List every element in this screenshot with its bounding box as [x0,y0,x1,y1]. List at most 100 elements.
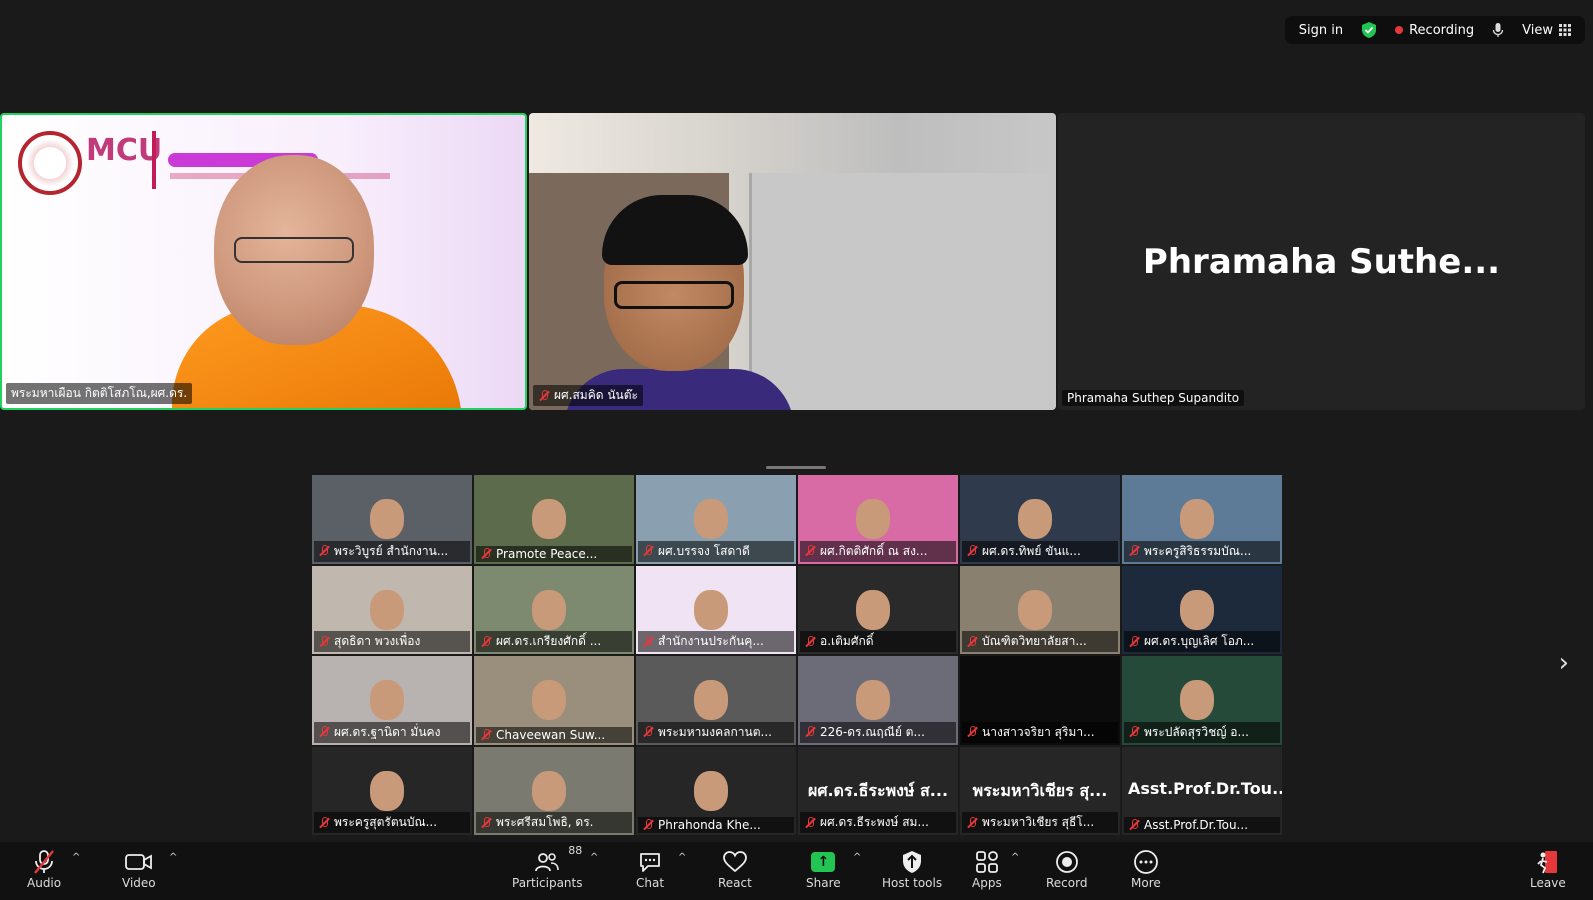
participant-name-label: 226-ดร.ณฤณีย์ ต... [800,721,956,743]
participant-tile[interactable]: นางสาวจริยา สุริมา... [960,656,1120,745]
participant-name-label: พระปลัดสุรวิชญ์ อ... [1124,721,1280,743]
participant-name-label: นางสาวจริยา สุริมา... [962,721,1118,743]
participant-face [694,499,728,539]
participant-face [1180,499,1214,539]
leave-door-icon [1537,848,1559,876]
participant-tile[interactable]: ผศ.กิตติศักดิ์ ณ สง... [798,475,958,564]
resize-handle[interactable] [766,466,826,469]
mic-muted-icon [1128,545,1140,557]
participant-name-label: ผศ.บรรจง โสดาดี [638,540,794,562]
participant-tile[interactable]: พระศรีสมโพธิ, ดร. [474,746,634,835]
participant-face [370,499,404,539]
participant-name-label: พระมหามงคลกานต... [638,721,794,743]
more-button[interactable]: More [1131,848,1161,890]
participant-face [370,589,404,630]
participant-name-label: Chaveewan Suw... [476,726,632,743]
participant-tile[interactable]: Phrahonda Khe... [636,746,796,835]
video-button[interactable]: Video [122,848,156,890]
participant-name-label: พระครูสิริธรรมบัณ... [1124,540,1280,562]
share-options-caret-icon[interactable]: ^ [853,852,861,863]
react-button[interactable]: React [718,848,752,890]
participant-tile[interactable]: พระมหาวิเชียร สุ... พระมหาวิเชียร สุธีโ..… [960,746,1120,835]
sign-in-button[interactable]: Sign in [1299,23,1343,38]
apps-grid-icon [975,848,999,876]
participant-tile[interactable]: Chaveewan Suw... [474,656,634,745]
grid-view-icon [1559,24,1571,36]
participant-name-label: พระครูสุตรัตนบัณ... [314,812,470,833]
participant-name-label: ผศ.ดร.ฐานิดา มั่นคง [314,721,470,743]
speaker-tile-video-off[interactable]: Phramaha Suthe... Phramaha Suthep Supand… [1058,113,1585,410]
record-icon [1055,848,1079,876]
participant-tile[interactable]: สำนักงานประกันคุ... [636,565,796,654]
participant-face [1018,589,1052,630]
leave-button[interactable]: Leave [1530,848,1566,890]
participant-face [1180,680,1214,720]
meeting-status-bar: Sign in Recording View [1284,16,1585,44]
participant-face [370,680,404,720]
speaker-tile[interactable]: ผศ.สมคิด นันต๊ะ [529,113,1056,410]
participant-tile[interactable]: Asst.Prof.Dr.Tou... Asst.Prof.Dr.Tou... [1122,746,1282,835]
participant-face [370,770,404,811]
participant-tile[interactable]: พระวิบูรย์ สำนักงาน... [312,475,472,564]
audio-button[interactable]: Audio [27,848,61,890]
mic-muted-icon [318,545,330,557]
mic-muted-icon [642,726,654,738]
mic-muted-icon [318,726,330,738]
participant-face [694,589,728,630]
participant-name-label: Pramote Peace... [476,545,632,562]
audio-options-caret-icon[interactable]: ^ [72,852,80,863]
participants-icon: 88 [534,844,582,876]
speaker-tile-active[interactable]: MCU พระมหาเผือน กิตติโสภโณ,ผศ.ดร. [0,113,527,410]
meeting-toolbar: Audio ^ Video ^ 88 Participants ^ Chat ^… [0,842,1593,900]
participant-face [1018,499,1052,539]
security-shield-icon[interactable] [1361,21,1377,39]
share-button[interactable]: ↑ Share [806,848,841,890]
video-options-caret-icon[interactable]: ^ [169,852,177,863]
speaker-name-label: Phramaha Suthep Supandito [1062,390,1245,406]
participant-tile[interactable]: พระครูสิริธรรมบัณ... [1122,475,1282,564]
record-button[interactable]: Record [1046,848,1087,890]
chat-button[interactable]: Chat [636,848,664,890]
participant-tile[interactable]: พระมหามงคลกานต... [636,656,796,745]
mic-muted-icon [480,816,492,829]
participant-face [532,680,566,720]
participants-button[interactable]: 88 Participants [512,844,583,890]
participant-tile[interactable]: 226-ดร.ณฤณีย์ ต... [798,656,958,745]
mic-muted-icon [33,848,55,876]
participant-face [532,499,566,539]
speaker-name-label: พระมหาเผือน กิตติโสภโณ,ผศ.ดร. [6,383,193,404]
participant-tile[interactable]: พระครูสุตรัตนบัณ... [312,746,472,835]
participant-tile[interactable]: ผศ.ดร.ทิพย์ ขันแ... [960,475,1120,564]
mic-muted-icon [966,726,978,738]
host-tools-button[interactable]: Host tools [882,848,942,890]
participant-tile[interactable]: พระปลัดสุรวิชญ์ อ... [1122,656,1282,745]
participant-tile[interactable]: ผศ.ดร.ฐานิดา มั่นคง [312,656,472,745]
chat-options-caret-icon[interactable]: ^ [678,852,686,863]
apps-options-caret-icon[interactable]: ^ [1011,852,1019,863]
next-page-chevron-icon[interactable]: › [1559,648,1569,678]
participants-options-caret-icon[interactable]: ^ [590,852,598,863]
heart-icon [722,848,748,876]
participant-face [856,499,890,539]
participant-tile[interactable]: Pramote Peace... [474,475,634,564]
participant-tile[interactable]: ผศ.ดร.ธีระพงษ์ ส... ผศ.ดร.ธีระพงษ์ สม... [798,746,958,835]
participant-face [856,680,890,720]
participant-tile[interactable]: ผศ.ดร.เกรียงศักดิ์ ... [474,565,634,654]
mic-muted-icon [538,389,550,402]
participant-face [856,589,890,630]
participant-name-label: ผศ.กิตติศักดิ์ ณ สง... [800,540,956,562]
view-button[interactable]: View [1522,23,1571,38]
recording-indicator[interactable]: Recording [1395,23,1474,38]
mic-muted-icon [966,545,978,557]
participant-tile[interactable]: บัณฑิตวิทยาลัยสา... [960,565,1120,654]
share-screen-arrow-icon: ↑ [811,852,836,872]
participant-tile[interactable]: สุดธิดา พวงเพื่อง [312,565,472,654]
apps-button[interactable]: Apps [972,848,1002,890]
participant-tile[interactable]: อ.เติมศักดิ์ [798,565,958,654]
microphone-indicator-icon[interactable] [1492,22,1504,38]
participant-name-label: บัณฑิตวิทยาลัยสา... [962,631,1118,652]
participant-tile[interactable]: ผศ.บรรจง โสดาดี [636,475,796,564]
participant-name-label: สุดธิดา พวงเพื่อง [314,631,470,652]
participant-tile[interactable]: ผศ.ดร.บุญเลิศ โอภ... [1122,565,1282,654]
mic-muted-icon [318,635,330,648]
